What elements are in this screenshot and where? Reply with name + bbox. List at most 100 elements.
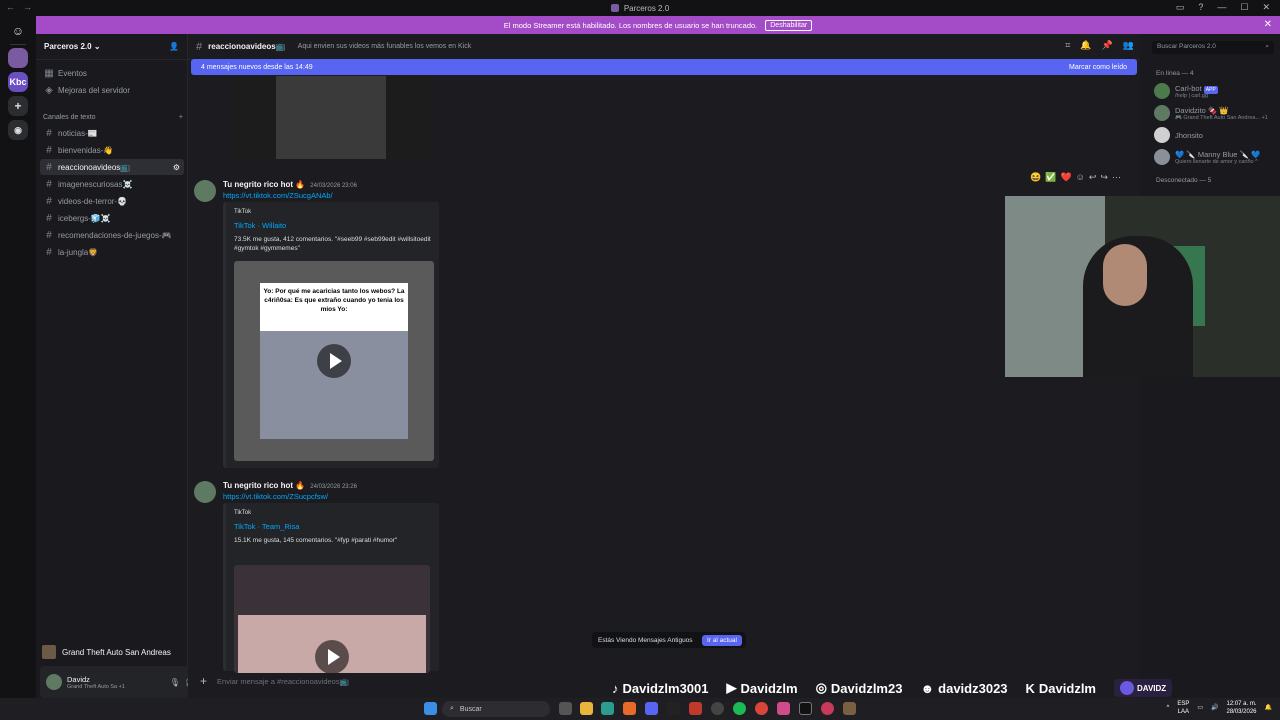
new-messages-bar[interactable]: 4 mensajes nuevos desde las 14:49 Marcar… xyxy=(191,59,1137,75)
channel-videos-de-terror[interactable]: # videos-de-terror-💀 xyxy=(40,193,184,209)
file-explorer-icon[interactable] xyxy=(580,702,593,715)
add-server-icon[interactable]: + xyxy=(8,96,28,116)
app-icon-orange[interactable] xyxy=(623,702,636,715)
invite-icon[interactable]: 👤 xyxy=(169,42,179,51)
play-icon[interactable] xyxy=(317,344,351,378)
member-status: Quiero llenarte de amor y cariño ^ xyxy=(1175,158,1258,165)
embed-video[interactable]: Yo: Por qué me acaricias tanto los webos… xyxy=(234,261,434,461)
channel-noticias[interactable]: # noticias-📰 xyxy=(40,125,184,141)
hash-icon: # xyxy=(46,161,52,173)
add-channel-icon[interactable]: + xyxy=(179,114,183,121)
task-view-icon[interactable] xyxy=(559,702,572,715)
search-input[interactable]: Buscar Parceros 2.0 ⌕ xyxy=(1152,41,1274,54)
server-parceros[interactable] xyxy=(8,48,28,68)
language-label[interactable]: ESP xyxy=(1177,700,1189,708)
discord-taskbar-icon[interactable] xyxy=(645,702,658,715)
tiktok-taskbar-icon[interactable] xyxy=(667,702,680,715)
taskbar-search[interactable]: ⌕ Buscar xyxy=(442,701,550,717)
network-icon[interactable]: ▭ xyxy=(1197,704,1203,712)
previous-video-thumbnail[interactable] xyxy=(231,76,431,159)
channel-imagenescuriosas[interactable]: # imagenescuriosas☠️ xyxy=(40,176,184,192)
close-icon[interactable]: ✕ xyxy=(1262,2,1270,13)
message-author[interactable]: Tu negrito rico hot 🔥 xyxy=(223,481,305,490)
member-name: Davidzito 🍫 👑 xyxy=(1175,105,1229,115)
channel-topic[interactable]: Aqui envien sus videos más funables los … xyxy=(298,43,472,50)
start-icon[interactable] xyxy=(424,702,437,715)
clock-date: 28/03/2026 xyxy=(1226,709,1257,715)
app-icon-pink[interactable] xyxy=(777,702,790,715)
avatar[interactable] xyxy=(194,180,216,202)
embed-video[interactable] xyxy=(234,565,430,673)
help-icon[interactable]: ? xyxy=(1198,2,1203,13)
capcut-icon[interactable] xyxy=(799,702,812,715)
embed-title[interactable]: TikTok · Willaito xyxy=(234,221,286,230)
volume-icon[interactable]: 🔊 xyxy=(1211,704,1218,712)
notifications-icon[interactable]: 🔔 xyxy=(1265,704,1272,712)
logo-orb-icon xyxy=(1120,681,1134,695)
message-input[interactable]: Enviar mensaje a #reaccionoavideos📺 xyxy=(217,677,349,686)
forward-icon[interactable]: → xyxy=(23,2,32,12)
social-overlay: ♪ Davidzlm3001 ▶ Davidzlm ◎ Davidzlm23 ☻ dav… xyxy=(612,677,1173,699)
message-link[interactable]: https://vt.tiktok.com/ZSucpcfsw/ xyxy=(223,492,328,501)
spotify-icon[interactable] xyxy=(733,702,746,715)
server-kbc[interactable]: Kbc xyxy=(8,72,28,92)
member-item[interactable]: 💙 🔪 Manny Blue 🔪 💙 Quiero llenarte de am… xyxy=(1154,146,1278,168)
avatar[interactable] xyxy=(46,674,62,690)
notification-bell-icon[interactable]: 🔔 xyxy=(1080,40,1091,51)
channel-header: # reaccionoavideos📺 Aqui envien sus vide… xyxy=(188,34,1140,60)
avatar[interactable] xyxy=(194,481,216,503)
new-messages-text: 4 mensajes nuevos desde las 14:49 xyxy=(201,63,313,71)
server-divider xyxy=(10,44,26,45)
embed-provider: TikTok xyxy=(234,510,252,516)
clock-time[interactable]: 12:07 a. m. xyxy=(1226,700,1256,708)
play-icon[interactable] xyxy=(315,639,349,673)
discord-handle: davidz3023 xyxy=(938,680,1008,696)
settings-icon[interactable]: ⚙ xyxy=(173,163,180,172)
hash-icon: # xyxy=(46,178,52,190)
upload-icon[interactable]: + xyxy=(200,674,207,688)
back-icon[interactable]: ← xyxy=(6,2,15,12)
message-author[interactable]: Tu negrito rico hot 🔥 xyxy=(223,180,305,189)
obs-icon[interactable] xyxy=(711,702,724,715)
inbox-icon[interactable]: ▭ xyxy=(1176,2,1185,13)
discord-home-icon[interactable]: ☺ xyxy=(8,21,28,41)
mark-read-button[interactable]: Marcar como leído xyxy=(1069,64,1127,71)
member-item[interactable]: Carl-bot APP /help | carl.gg xyxy=(1154,80,1278,102)
chrome-icon[interactable] xyxy=(755,702,768,715)
app-icon-rose[interactable] xyxy=(821,702,834,715)
sidebar-item-boosts[interactable]: ◈ Mejoras del servidor xyxy=(40,82,184,98)
channel-la-jungla[interactable]: # la-jungla🦁 xyxy=(40,244,184,260)
threads-icon[interactable]: ⌗ xyxy=(1065,40,1070,51)
channel-bienvenidas[interactable]: # bienvenidas-👋 xyxy=(40,142,184,158)
member-item[interactable]: Davidzito 🍫 👑 🎮 Grand Theft Auto San And… xyxy=(1154,102,1278,124)
server-header[interactable]: Parceros 2.0 ⌄ 👤 xyxy=(36,34,187,60)
disable-streamer-button[interactable]: Deshabilitar xyxy=(765,19,813,31)
channel-recomendaciones[interactable]: # recomendaciones-de-juegos-🎮 xyxy=(40,227,184,243)
sidebar-item-events[interactable]: ▦ Eventos xyxy=(40,65,184,81)
channel-icebergs[interactable]: # icebergs-🧊☠️ xyxy=(40,210,184,226)
message-link[interactable]: https://vt.tiktok.com/ZSucgANAb/ xyxy=(223,191,333,200)
member-status: 🎮 Grand Theft Auto San Andrea... +1 xyxy=(1175,114,1268,121)
member-item[interactable]: Jhonsito xyxy=(1154,124,1278,146)
mic-icon[interactable]: 🎙 xyxy=(170,678,180,687)
game-name: Grand Theft Auto San Andreas xyxy=(62,647,171,657)
banner-close-icon[interactable]: ✕ xyxy=(1264,19,1272,30)
gta-icon[interactable] xyxy=(843,702,856,715)
channel-sidebar: Parceros 2.0 ⌄ 👤 ▦ Eventos ◈ Mejoras del s… xyxy=(36,34,214,698)
edge-icon[interactable] xyxy=(601,702,614,715)
channel-reaccionoavideos[interactable]: # reaccionoavideos📺 ⚙ xyxy=(40,159,184,175)
app-icon-red[interactable] xyxy=(689,702,702,715)
discover-icon[interactable]: ◉ xyxy=(8,120,28,140)
avatar xyxy=(1154,83,1170,99)
hash-icon: # xyxy=(46,127,52,139)
tray-chevron-icon[interactable]: ^ xyxy=(1166,704,1169,712)
search-icon: ⌕ xyxy=(450,705,454,712)
member-list-icon[interactable]: 👥 xyxy=(1123,40,1134,51)
taskbar: ⌕ Buscar ^ ESP LAA ▭ 🔊 12:07 a. m. 28/03/2… xyxy=(0,698,1280,720)
maximize-icon[interactable]: ☐ xyxy=(1240,2,1248,13)
category-text-channels[interactable]: Canales de texto + xyxy=(43,114,183,121)
minimize-icon[interactable]: — xyxy=(1217,2,1226,13)
jump-to-present-button[interactable]: Ir al actual xyxy=(702,634,742,646)
embed-title[interactable]: TikTok · Team_Risa xyxy=(234,522,299,531)
pin-icon[interactable]: 📌 xyxy=(1102,40,1113,51)
